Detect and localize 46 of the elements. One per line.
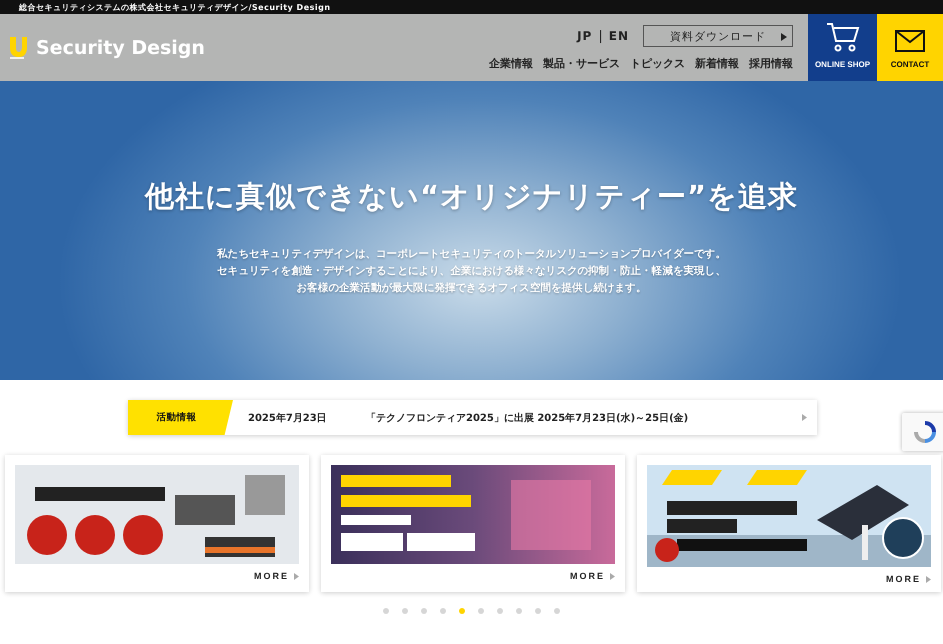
contact-button[interactable]: CONTACT (877, 14, 943, 81)
carousel-dot[interactable] (554, 608, 560, 614)
mail-icon (895, 30, 925, 52)
banner-card[interactable]: MORE (637, 455, 941, 592)
carousel-dot[interactable] (516, 608, 522, 614)
carousel-dot[interactable] (534, 608, 540, 614)
carousel-dot[interactable] (440, 608, 446, 614)
logo-icon (8, 36, 28, 60)
carousel-dot[interactable] (420, 608, 426, 614)
news-bar[interactable]: 活動情報 2025年7月23日 「テクノフロンティア2025」に出展 2025年7月23日(水)～25日(金) (128, 400, 817, 435)
play-arrow-icon (781, 33, 787, 41)
separator-text: | (598, 28, 603, 44)
nav-link[interactable]: 採用情報 (749, 56, 793, 71)
nav-link[interactable]: 新着情報 (695, 56, 739, 71)
tagline-text: 総合セキュリティシステムの株式会社セキュリティデザイン/Security Design (19, 2, 331, 12)
language-link[interactable]: EN (608, 29, 629, 43)
hero-title: 他社に真似できない“オリジナリティー”を追求 (144, 178, 798, 215)
carousel-dot[interactable] (382, 608, 388, 614)
news-date: 2025年7月23日 (248, 412, 328, 424)
captcha-badge[interactable] (902, 413, 943, 451)
online-shop-button[interactable]: ONLINE SHOP (808, 14, 877, 81)
category-tag: 活動情報 (128, 400, 233, 435)
cart-icon (826, 22, 860, 52)
nav-link[interactable]: トピックス (630, 56, 685, 71)
more-link[interactable]: MORE (886, 574, 931, 584)
nav-link[interactable]: 製品・サービス (543, 56, 620, 71)
carousel-dot[interactable] (458, 608, 464, 614)
banner-card[interactable]: MORE (321, 455, 625, 592)
news-headline[interactable]: 「テクノフロンティア2025」に出展 2025年7月23日(水)～25日(金) (366, 410, 688, 424)
carousel-dot[interactable] (402, 608, 408, 614)
refresh-icon (912, 420, 936, 444)
nav-link[interactable]: 企業情報 (489, 56, 533, 71)
hero-text-line: セキュリティを創造・デザインすることにより、企業における様々なリスクの抑制・防止・軽減を実現し、 (217, 264, 726, 278)
hero-text-line: 私たちセキュリティデザインは、コーポレートセキュリティのトータルソリューションプロバイダーです。 (217, 247, 726, 261)
arrow-right-icon (926, 576, 931, 582)
arrow-right-icon (802, 414, 807, 421)
carousel-dot[interactable] (478, 608, 484, 614)
hero-text-line: お客様の企業活動が最大限に発揮できるオフィス空間を提供し続けます。 (296, 281, 646, 295)
more-link[interactable]: MORE (570, 571, 615, 581)
more-link[interactable]: MORE (254, 571, 299, 581)
language-link[interactable]: JP (577, 29, 592, 43)
banner-card[interactable]: MORE (5, 455, 309, 592)
arrow-right-icon (610, 572, 615, 580)
carousel-dot[interactable] (496, 608, 502, 614)
download-button[interactable]: 資料ダウンロード (643, 25, 793, 47)
arrow-right-icon (294, 572, 299, 580)
